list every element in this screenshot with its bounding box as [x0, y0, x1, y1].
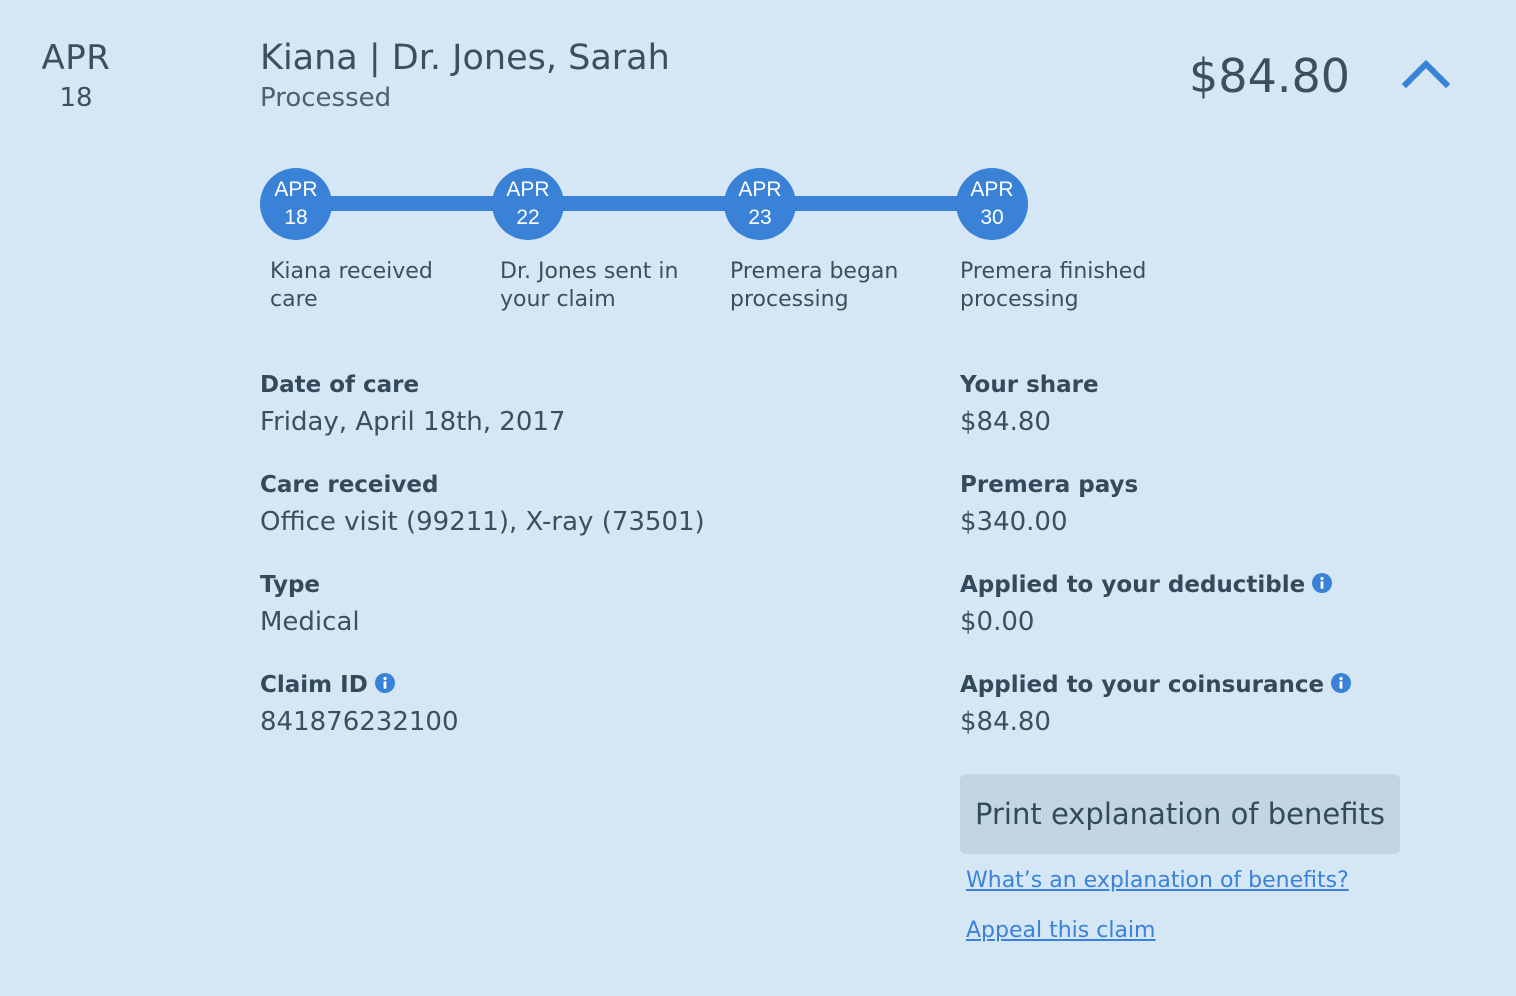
detail-label-row: Claim ID — [260, 668, 880, 702]
detail-value: Medical — [260, 607, 360, 637]
claim-date: APR 18 — [40, 38, 112, 118]
claim-details-left: Date of care Friday, April 18th, 2017 Ca… — [260, 368, 880, 768]
timeline-step-month: APR — [274, 178, 318, 201]
detail-label: Type — [260, 572, 321, 598]
detail-label: Applied to your deductible — [960, 572, 1306, 598]
timeline-step-label: Premera finished processing — [960, 259, 1147, 312]
claim-card: APR 18 Kiana | Dr. Jones, Sarah Processe… — [0, 0, 1516, 996]
chevron-up-icon — [1401, 59, 1451, 89]
collapse-button[interactable] — [1398, 50, 1454, 98]
timeline-step: APR 30 Premera finished processing — [956, 168, 1176, 314]
timeline-step-day: 30 — [980, 206, 1004, 229]
detail-value: Friday, April 18th, 2017 — [260, 407, 566, 437]
print-eob-button[interactable]: Print explanation of benefits — [960, 774, 1400, 854]
appeal-claim-link[interactable]: Appeal this claim — [966, 916, 1155, 946]
timeline-step-label: Premera began processing — [730, 259, 899, 312]
info-icon[interactable] — [1311, 570, 1333, 593]
detail-label: Date of care — [260, 372, 420, 398]
detail-value: 841876232100 — [260, 707, 459, 737]
detail-value: Office visit (99211), X-ray (73501) — [260, 507, 705, 537]
timeline-step-date: APR 23 — [724, 168, 796, 240]
detail-your-share: Your share $84.80 — [960, 368, 1440, 468]
claim-date-month: APR — [41, 38, 111, 78]
timeline-step-day: 18 — [284, 206, 308, 229]
detail-value: $0.00 — [960, 607, 1035, 637]
timeline-step: APR 22 Dr. Jones sent in your claim — [492, 168, 712, 314]
claim-timeline: APR 18 Kiana received care APR 22 Dr. Jo… — [260, 168, 1160, 328]
timeline-step-label: Kiana received care — [270, 259, 433, 312]
timeline-step-date: APR 18 — [260, 168, 332, 240]
claim-amount: $84.80 — [1189, 49, 1350, 103]
detail-label-row: Applied to your coinsurance — [960, 668, 1440, 702]
info-icon[interactable] — [374, 670, 396, 693]
info-icon[interactable] — [1330, 670, 1352, 693]
timeline-step-month: APR — [970, 178, 1014, 201]
detail-label: Applied to your coinsurance — [960, 672, 1325, 698]
timeline-step-label: Dr. Jones sent in your claim — [500, 259, 679, 312]
detail-label-row: Applied to your deductible — [960, 568, 1440, 602]
detail-label: Premera pays — [960, 472, 1139, 498]
detail-claim-id: Claim ID 841876232100 — [260, 668, 880, 768]
detail-coinsurance: Applied to your coinsurance $84.80 — [960, 668, 1440, 768]
timeline-step: APR 18 Kiana received care — [260, 168, 480, 314]
timeline-step-day: 23 — [748, 206, 772, 229]
timeline-step-date: APR 22 — [492, 168, 564, 240]
timeline-step: APR 23 Premera began processing — [724, 168, 944, 314]
detail-care-received: Care received Office visit (99211), X-ra… — [260, 468, 880, 568]
detail-value: $340.00 — [960, 507, 1068, 537]
detail-label: Claim ID — [260, 672, 368, 698]
claim-details-right: Your share $84.80 Premera pays $340.00 A… — [960, 368, 1440, 768]
claim-date-day: 18 — [59, 83, 93, 113]
timeline-step-month: APR — [506, 178, 550, 201]
detail-value: $84.80 — [960, 407, 1051, 437]
eob-info-link[interactable]: What’s an explanation of benefits? — [966, 866, 1349, 896]
detail-type: Type Medical — [260, 568, 880, 668]
detail-value: $84.80 — [960, 707, 1051, 737]
detail-premera-pays: Premera pays $340.00 — [960, 468, 1440, 568]
detail-label: Your share — [960, 372, 1099, 398]
detail-date-of-care: Date of care Friday, April 18th, 2017 — [260, 368, 880, 468]
claim-status: Processed — [260, 83, 392, 113]
timeline-step-month: APR — [738, 178, 782, 201]
claim-title: Kiana | Dr. Jones, Sarah — [260, 38, 670, 78]
timeline-step-date: APR 30 — [956, 168, 1028, 240]
detail-deductible: Applied to your deductible $0.00 — [960, 568, 1440, 668]
timeline-step-day: 22 — [516, 206, 540, 229]
detail-label: Care received — [260, 472, 439, 498]
